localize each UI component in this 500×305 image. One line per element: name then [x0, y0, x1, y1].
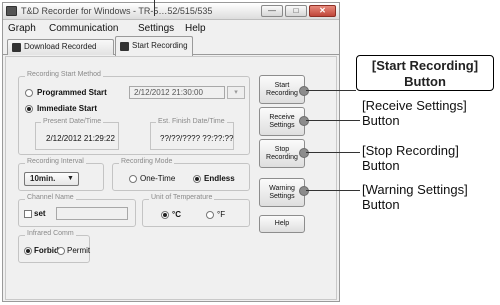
help-button[interactable]: Help: [259, 215, 305, 233]
pointer-line: [154, 0, 155, 16]
present-datetime-box: Present Date/Time 2/12/2012 21:29:22: [35, 118, 119, 150]
close-button[interactable]: ✕: [309, 5, 336, 17]
programmed-start-radio[interactable]: [25, 89, 33, 97]
endless-label: Endless: [204, 174, 235, 183]
finish-datetime-box: Est. Finish Date/Time ??/??/???? ??:??:?…: [150, 118, 234, 150]
one-time-label: One-Time: [140, 174, 176, 183]
finish-datetime-value: ??/??/???? ??:??:??: [160, 134, 234, 143]
forbid-radio[interactable]: [24, 247, 32, 255]
menu-communication[interactable]: Communication: [49, 23, 118, 34]
warning-settings-callout: [Warning Settings] Button: [362, 182, 468, 212]
programmed-start-label: Programmed Start: [37, 88, 107, 97]
channel-name-field[interactable]: [56, 207, 128, 220]
callout-marker: [299, 116, 309, 126]
maximize-button[interactable]: □: [285, 5, 307, 17]
channel-name-group: Channel Name set: [18, 194, 136, 227]
recorder-icon: [120, 42, 129, 51]
start-recording-callout: [Start Recording] Button: [356, 55, 494, 91]
group-title: Infrared Comm: [25, 230, 76, 237]
tab-download-recorded-data[interactable]: Download Recorded Data: [7, 39, 114, 65]
window-title: T&D Recorder for Windows - TR-5…52/515/5…: [21, 6, 213, 16]
permit-label: Permit: [67, 246, 91, 255]
mode-group: Recording Mode One-Time Endless: [112, 158, 250, 191]
immediate-start-label: Immediate Start: [37, 104, 98, 113]
calendar-dropdown-icon[interactable]: ▾: [227, 86, 245, 99]
callout-line: [306, 90, 356, 91]
app-window: T&D Recorder for Windows - TR-5…52/515/5…: [2, 2, 340, 302]
celsius-radio[interactable]: [161, 211, 169, 219]
callout-marker: [299, 86, 309, 96]
temperature-unit-group: Unit of Temperature °C °F: [142, 194, 250, 227]
group-title: Recording Start Method: [25, 71, 103, 78]
title-bar: T&D Recorder for Windows - TR-5…52/515/5…: [3, 3, 339, 20]
present-datetime-value: 2/12/2012 21:29:22: [46, 134, 115, 143]
group-title: Recording Interval: [25, 158, 86, 165]
celsius-label: °C: [172, 210, 181, 219]
callout-marker: [299, 186, 309, 196]
menu-help[interactable]: Help: [185, 23, 206, 34]
stop-recording-callout: [Stop Recording] Button: [362, 143, 459, 173]
fahrenheit-radio[interactable]: [206, 211, 214, 219]
endless-radio[interactable]: [193, 175, 201, 183]
finish-datetime-title: Est. Finish Date/Time: [156, 118, 227, 125]
callout-line: [306, 120, 360, 121]
programmed-datetime-field[interactable]: 2/12/2012 21:30:00: [129, 86, 225, 99]
minimize-button[interactable]: —: [261, 5, 283, 17]
infrared-comm-group: Infrared Comm Forbid Permit: [18, 230, 91, 263]
menu-graph[interactable]: Graph: [8, 23, 36, 34]
set-label: set: [34, 209, 46, 218]
download-icon: [12, 43, 21, 52]
immediate-start-radio[interactable]: [25, 105, 33, 113]
group-title: Recording Mode: [119, 158, 175, 165]
menu-bar: Graph Communication Settings Help: [3, 21, 339, 36]
fahrenheit-label: °F: [217, 210, 226, 219]
warning-settings-button[interactable]: Warning Settings: [259, 178, 305, 207]
tab-strip: Download Recorded Data Start Recording: [3, 36, 339, 65]
forbid-label: Forbid: [34, 246, 59, 255]
group-title: Unit of Temperature: [149, 194, 215, 201]
receive-settings-callout: [Receive Settings] Button: [362, 98, 467, 128]
start-method-group: Recording Start Method Programmed Start …: [18, 71, 250, 155]
tab-start-recording[interactable]: Start Recording: [115, 36, 193, 56]
menu-settings[interactable]: Settings: [138, 23, 174, 34]
chevron-down-icon: ▼: [67, 175, 74, 182]
permit-radio[interactable]: [57, 247, 65, 255]
interval-group: Recording Interval 10min. ▼: [18, 158, 104, 191]
tab-label: Start Recording: [132, 41, 188, 50]
present-datetime-title: Present Date/Time: [41, 118, 104, 125]
set-checkbox[interactable]: [24, 210, 32, 218]
one-time-radio[interactable]: [129, 175, 137, 183]
callout-line: [306, 190, 360, 191]
callout-line: [306, 152, 360, 153]
group-title: Channel Name: [25, 194, 76, 201]
callout-marker: [299, 148, 309, 158]
app-icon: [6, 6, 17, 16]
